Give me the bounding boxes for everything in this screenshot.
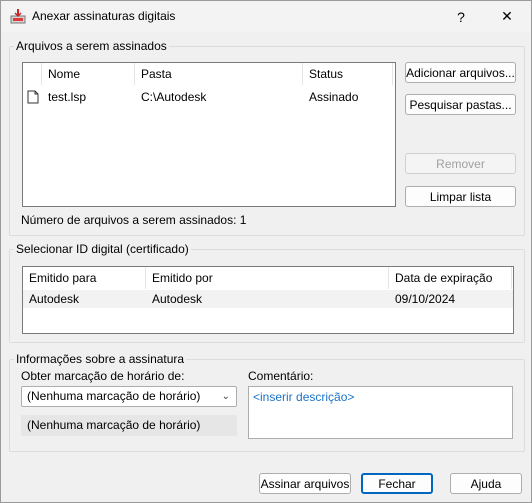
files-listview[interactable]: Nome Pasta Status test.lsp C:\Autodesk A… [22,62,396,207]
cert-expires: 09/10/2024 [395,292,456,306]
remove-button[interactable]: Remover [405,153,516,174]
comment-label: Comentário: [248,369,314,383]
help-button[interactable]: Ajuda [450,473,522,494]
dialog-window: Anexar assinaturas digitais ? ✕ Arquivos… [0,0,532,503]
timestamp-label: Obter marcação de horário de: [21,369,185,383]
clear-list-button[interactable]: Limpar lista [405,186,516,207]
file-row[interactable]: test.lsp C:\Autodesk Assinado [23,88,395,106]
title-close-button[interactable]: ✕ [485,1,529,32]
clear-list-label: Limpar lista [429,189,492,204]
cert-col-issued-to[interactable]: Emitido para [23,267,146,289]
search-folders-button[interactable]: Pesquisar pastas... [405,94,516,115]
search-folders-label: Pesquisar pastas... [409,97,512,112]
cert-group-label: Selecionar ID digital (certificado) [14,242,191,256]
close-label: Fechar [378,476,416,491]
file-folder: C:\Autodesk [141,90,207,104]
add-files-label: Adicionar arquivos... [406,65,515,80]
file-name: test.lsp [48,90,87,104]
file-icon [27,90,39,104]
timestamp-select-value: (Nenhuma marcação de horário) [27,389,201,403]
close-icon: ✕ [501,8,513,24]
files-list-header: Nome Pasta Status [23,63,395,85]
cert-col-issued-by[interactable]: Emitido por [146,267,389,289]
comment-placeholder: <inserir descrição> [253,390,355,404]
files-col-status[interactable]: Status [303,63,393,85]
timestamp-readonly-value: (Nenhuma marcação de horário) [27,418,201,432]
certificate-icon [10,9,26,24]
cert-issued-to: Autodesk [29,292,80,306]
files-col-folder[interactable]: Pasta [135,63,303,85]
add-files-button[interactable]: Adicionar arquivos... [405,62,516,83]
info-group-label: Informações sobre a assinatura [14,352,187,366]
title-help-button[interactable]: ? [439,1,483,32]
comment-field[interactable]: <inserir descrição> [248,386,513,439]
cert-col-expires[interactable]: Data de expiração [389,267,512,289]
files-count-text: Número de arquivos a serem assinados: 1 [21,213,247,227]
timestamp-select[interactable]: (Nenhuma marcação de horário) ⌄ [21,386,237,407]
window-title: Anexar assinaturas digitais [32,9,176,23]
help-icon: ? [457,8,465,25]
files-group-label: Arquivos a serem assinados [14,39,169,53]
title-bar: Anexar assinaturas digitais ? ✕ [1,1,531,32]
cert-row[interactable]: Autodesk Autodesk 09/10/2024 [23,290,513,308]
files-col-name[interactable]: Nome [42,63,135,85]
cert-list-header: Emitido para Emitido por Data de expiraç… [23,267,513,289]
cert-issued-by: Autodesk [152,292,203,306]
close-button[interactable]: Fechar [361,473,433,494]
file-status: Assinado [309,90,359,104]
help-label: Ajuda [470,476,502,491]
files-col-icon [23,63,42,85]
cert-listview[interactable]: Emitido para Emitido por Data de expiraç… [22,266,514,334]
remove-label: Remover [436,156,485,171]
timestamp-readonly: (Nenhuma marcação de horário) [21,415,237,436]
sign-files-button[interactable]: Assinar arquivos [259,473,351,494]
chevron-down-icon: ⌄ [221,391,230,402]
sign-files-label: Assinar arquivos [260,476,350,491]
